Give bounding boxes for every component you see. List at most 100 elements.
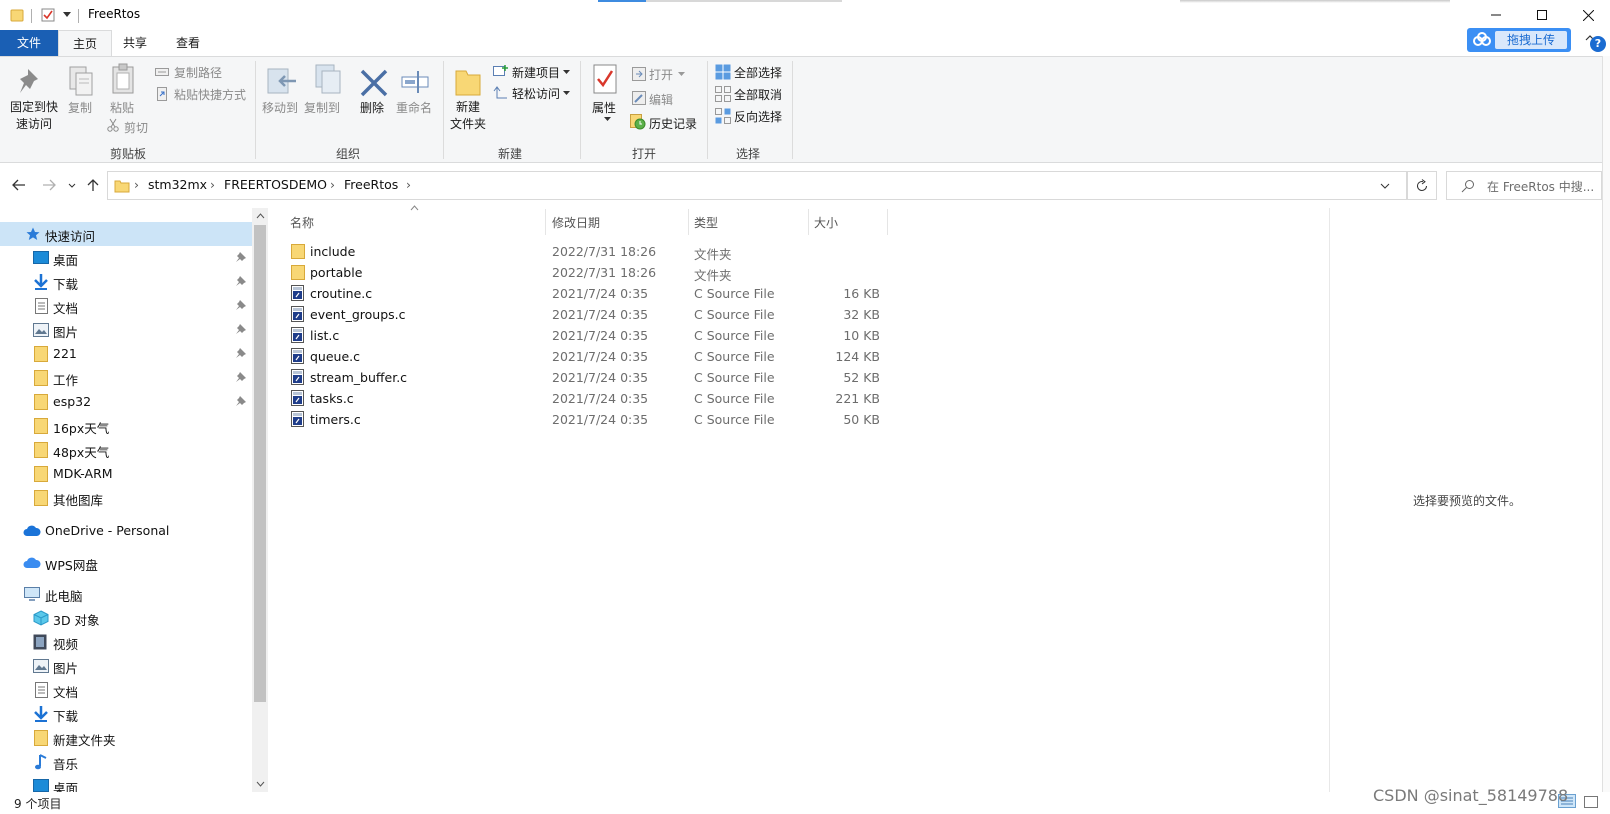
file-type: C Source File	[694, 370, 775, 385]
nav-wps-drive[interactable]: WPS网盘	[0, 551, 252, 575]
nav-item-48px-weather[interactable]: 48px天气	[0, 438, 252, 462]
nav-item-16px-weather[interactable]: 16px天气	[0, 414, 252, 438]
nav-item-pc-downloads[interactable]: 下载	[0, 702, 252, 726]
invert-selection-button[interactable]: 反向选择	[734, 108, 782, 125]
nav-item-pc-documents[interactable]: 文档	[0, 678, 252, 702]
upload-label: 拖拽上传	[1495, 31, 1567, 49]
paste-button[interactable]: 粘贴	[110, 99, 134, 116]
nav-this-pc[interactable]: 此电脑	[0, 582, 252, 606]
nav-item-mdk-arm[interactable]: MDK-ARM	[0, 462, 252, 486]
nav-item-pictures[interactable]: 图片	[0, 318, 252, 342]
refresh-button[interactable]	[1407, 171, 1437, 200]
nav-scrollbar-thumb[interactable]	[254, 225, 266, 702]
download-arrow-icon	[33, 705, 49, 723]
breadcrumb-separator-icon[interactable]: ›	[210, 177, 215, 192]
properties-qat-icon[interactable]	[41, 8, 55, 22]
paste-shortcut-button[interactable]: 粘贴快捷方式	[174, 86, 246, 103]
file-row[interactable]: stream_buffer.c 2021/7/24 0:35 C Source Fi…	[290, 367, 886, 388]
up-button[interactable]	[87, 178, 99, 192]
nav-quick-access[interactable]: 快速访问	[0, 222, 252, 246]
column-header-type[interactable]: 类型	[694, 214, 718, 231]
delete-button[interactable]: 删除	[360, 99, 384, 116]
recent-locations-chevron-icon[interactable]	[68, 183, 76, 189]
column-divider[interactable]	[808, 209, 809, 235]
nav-item-music[interactable]: 音乐	[0, 750, 252, 774]
column-header-size[interactable]: 大小	[814, 214, 838, 231]
file-row[interactable]: event_groups.c 2021/7/24 0:35 C Source Fil…	[290, 304, 886, 325]
breadcrumb-separator-icon[interactable]: ›	[406, 177, 411, 192]
select-all-button[interactable]: 全部选择	[734, 64, 782, 81]
column-header-name[interactable]: 名称	[290, 214, 314, 231]
copy-to-button[interactable]: 复制到	[304, 99, 340, 116]
open-button[interactable]: 打开	[649, 66, 673, 83]
column-divider[interactable]	[887, 209, 888, 235]
scroll-up-icon[interactable]	[256, 213, 265, 219]
nav-onedrive[interactable]: OneDrive - Personal	[0, 519, 252, 543]
nav-item-videos[interactable]: 视频	[0, 630, 252, 654]
new-folder-button[interactable]: 新建 文件夹	[446, 99, 490, 133]
file-name: tasks.c	[310, 391, 354, 406]
forward-button[interactable]	[42, 179, 56, 191]
file-row[interactable]: croutine.c 2021/7/24 0:35 C Source File 16 …	[290, 283, 886, 304]
nav-item-pc-desktop[interactable]: 桌面	[0, 774, 252, 792]
scroll-down-icon[interactable]	[256, 781, 265, 787]
copy-path-button[interactable]: 复制路径	[174, 64, 222, 81]
file-row[interactable]: list.c 2021/7/24 0:35 C Source File 10 KB	[290, 325, 886, 346]
address-dropdown-icon[interactable]	[1380, 183, 1390, 189]
cut-button[interactable]: 剪切	[124, 119, 148, 136]
nav-item-esp32[interactable]: esp32	[0, 390, 252, 414]
minimize-button[interactable]	[1473, 0, 1519, 30]
rename-button[interactable]: 重命名	[396, 99, 432, 116]
breadcrumb-item[interactable]: FreeRtos	[344, 177, 398, 192]
large-icons-view-icon[interactable]	[1584, 796, 1598, 808]
select-none-button[interactable]: 全部取消	[734, 86, 782, 103]
address-bar[interactable]: › stm32mx › FREERTOSDEMO › FreeRtos ›	[107, 171, 1407, 200]
nav-item-3d-objects[interactable]: 3D 对象	[0, 606, 252, 630]
pin-quick-access-button[interactable]: 固定到快 速访问	[8, 99, 60, 133]
move-to-button[interactable]: 移动到	[262, 99, 298, 116]
file-row[interactable]: queue.c 2021/7/24 0:35 C Source File 124 KB	[290, 346, 886, 367]
properties-button[interactable]: 属性	[592, 99, 616, 116]
column-header-date[interactable]: 修改日期	[552, 214, 600, 231]
breadcrumb-item[interactable]: FREERTOSDEMO	[224, 177, 327, 192]
tab-home[interactable]: 主页	[58, 30, 113, 56]
breadcrumb-separator-icon[interactable]: ›	[134, 177, 139, 192]
preview-divider[interactable]	[1329, 208, 1330, 792]
column-divider[interactable]	[545, 209, 546, 235]
nav-item-downloads[interactable]: 下载	[0, 270, 252, 294]
star-icon	[26, 227, 40, 241]
tab-share[interactable]: 共享	[109, 30, 161, 56]
search-box[interactable]: 在 FreeRtos 中搜...	[1446, 171, 1602, 200]
file-row[interactable]: include 2022/7/31 18:26 文件夹	[290, 241, 886, 262]
back-button[interactable]	[12, 179, 26, 191]
select-all-icon	[715, 64, 731, 80]
help-icon[interactable]: ?	[1590, 36, 1606, 52]
edit-button[interactable]: 编辑	[649, 91, 673, 108]
nav-item-folder-221[interactable]: 221	[0, 342, 252, 366]
tab-file[interactable]: 文件	[0, 30, 58, 56]
nav-item-pc-pictures[interactable]: 图片	[0, 654, 252, 678]
easy-access-button[interactable]: 轻松访问	[512, 85, 560, 102]
nav-item-documents[interactable]: 文档	[0, 294, 252, 318]
column-divider[interactable]	[688, 209, 689, 235]
copy-button[interactable]: 复制	[68, 99, 92, 116]
file-row[interactable]: timers.c 2021/7/24 0:35 C Source File 50 KB	[290, 409, 886, 430]
breadcrumb-separator-icon[interactable]: ›	[330, 177, 335, 192]
nav-item-desktop[interactable]: 桌面	[0, 246, 252, 270]
upload-button[interactable]: 拖拽上传	[1467, 28, 1571, 52]
file-row[interactable]: portable 2022/7/31 18:26 文件夹	[290, 262, 886, 283]
desktop-icon	[33, 251, 49, 265]
nav-item-new-folder[interactable]: 新建文件夹	[0, 726, 252, 750]
pin-icon	[236, 396, 246, 406]
qat-dropdown-icon[interactable]	[63, 12, 71, 18]
breadcrumb-item[interactable]: stm32mx	[148, 177, 207, 192]
maximize-button[interactable]	[1519, 0, 1565, 30]
new-item-button[interactable]: 新建项目	[512, 64, 560, 81]
nav-item-work[interactable]: 工作	[0, 366, 252, 390]
file-row[interactable]: tasks.c 2021/7/24 0:35 C Source File 221 KB	[290, 388, 886, 409]
group-separator	[707, 61, 708, 159]
close-button[interactable]	[1565, 0, 1610, 30]
nav-item-other-gallery[interactable]: 其他图库	[0, 486, 252, 510]
history-button[interactable]: 历史记录	[649, 115, 697, 132]
tab-view[interactable]: 查看	[162, 30, 214, 56]
